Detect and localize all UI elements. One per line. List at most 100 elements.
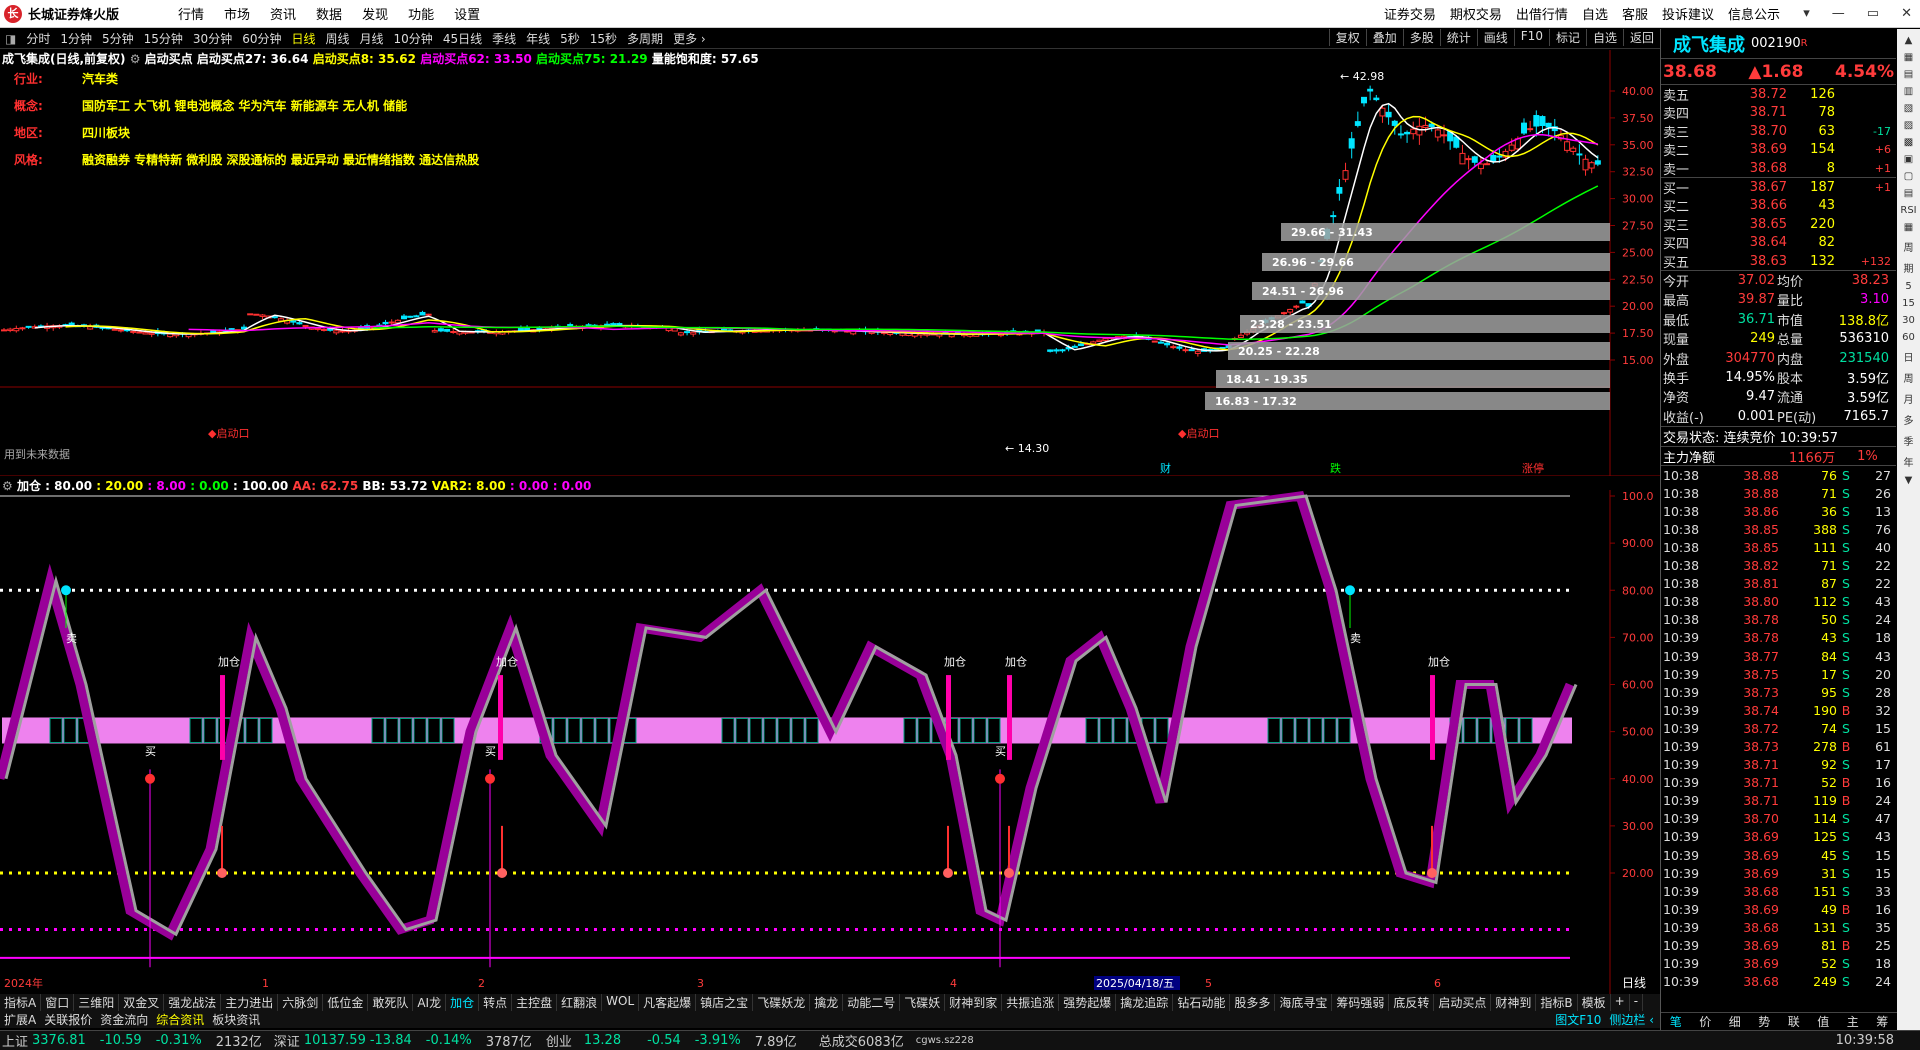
quote-tab[interactable]: 筹 xyxy=(1868,1013,1898,1030)
period-tab[interactable]: 年线 xyxy=(521,30,555,47)
indicator-tab[interactable]: 财神到 xyxy=(1491,994,1537,1011)
right-menu-item[interactable]: 证券交易 xyxy=(1384,4,1436,23)
side-tool-icon[interactable]: ▼ xyxy=(1905,475,1913,486)
period-tab[interactable]: 月线 xyxy=(355,30,389,47)
tool-button[interactable]: F10 xyxy=(1513,29,1549,46)
side-tool-icon[interactable]: ▦ xyxy=(1904,52,1913,63)
indicator-tab[interactable]: 指标B xyxy=(1536,994,1578,1011)
side-tool-icon[interactable]: 15 xyxy=(1902,298,1915,309)
indicator-gear-icon[interactable]: ⚙ xyxy=(130,52,141,66)
period-tab[interactable]: 季线 xyxy=(487,30,521,47)
side-tool-icon[interactable]: 5 xyxy=(1905,281,1911,292)
info-tab[interactable]: 扩展A xyxy=(0,1011,40,1028)
tool-button[interactable]: 叠加 xyxy=(1365,29,1403,46)
side-tool-icon[interactable]: ▤ xyxy=(1904,69,1913,80)
quote-tab[interactable]: 值 xyxy=(1809,1013,1839,1030)
side-tool-icon[interactable]: ▦ xyxy=(1904,222,1913,233)
side-tool-icon[interactable]: ▤ xyxy=(1904,188,1913,199)
period-tab[interactable]: 多周期 xyxy=(622,30,668,47)
orderbook-row[interactable]: 买一 38.67 187 +1 xyxy=(1661,178,1896,197)
indicator-tab[interactable]: 共振追涨 xyxy=(1002,994,1060,1011)
right-menu-item[interactable]: 期权交易 xyxy=(1450,4,1502,23)
orderbook-row[interactable]: 卖二 38.69 154 +6 xyxy=(1661,140,1896,159)
indicator-tab[interactable]: 加仓 xyxy=(446,994,480,1011)
menu-item[interactable]: 设置 xyxy=(454,4,480,23)
side-tool-icon[interactable]: 周 xyxy=(1904,370,1914,385)
indicator-tab[interactable]: 窗口 xyxy=(41,994,75,1011)
menu-item[interactable]: 资讯 xyxy=(270,4,296,23)
indicator-tab[interactable]: 财神到家 xyxy=(945,994,1003,1011)
indicator-tab[interactable]: 六脉剑 xyxy=(278,994,324,1011)
tick-list[interactable]: 10:38 38.88 76 S 27 10:38 38.88 71 S 26 10:38 38.86… xyxy=(1661,466,1896,991)
quote-tab[interactable]: 势 xyxy=(1750,1013,1780,1030)
orderbook-row[interactable]: 买五 38.63 132 +132 xyxy=(1661,252,1896,271)
tool-button[interactable]: 自选 xyxy=(1585,29,1623,46)
quote-tab[interactable]: 联 xyxy=(1779,1013,1809,1030)
tool-button[interactable]: 标记 xyxy=(1548,29,1586,46)
side-tool-icon[interactable]: RSI xyxy=(1900,205,1916,216)
orderbook-row[interactable]: 买二 38.66 43 xyxy=(1661,196,1896,215)
indicator-tab[interactable]: 主控盘 xyxy=(512,994,558,1011)
indicator-tab[interactable]: 凡客起爆 xyxy=(639,994,697,1011)
right-menu-item[interactable]: 自选 xyxy=(1582,4,1608,23)
indicator-tab[interactable]: 启动买点 xyxy=(1434,994,1492,1011)
indicator-tab[interactable]: 钻石动能 xyxy=(1173,994,1231,1011)
orderbook-row[interactable]: 卖五 38.72 126 xyxy=(1661,85,1896,104)
indicator-tab[interactable]: 筹码强弱 xyxy=(1332,994,1390,1011)
indicator-tab[interactable]: 强龙战法 xyxy=(164,994,222,1011)
indicator-tab[interactable]: 三维阳 xyxy=(74,994,120,1011)
quote-tab[interactable]: 主 xyxy=(1838,1013,1868,1030)
menu-item[interactable]: 数据 xyxy=(316,4,342,23)
indicator-tab[interactable]: 擒龙追踪 xyxy=(1116,994,1174,1011)
period-tab[interactable]: 10分钟 xyxy=(389,30,438,47)
info-tab[interactable]: 板块资讯 xyxy=(208,1011,264,1028)
tool-button[interactable]: 画线 xyxy=(1476,29,1514,46)
orderbook-row[interactable]: 卖四 38.71 78 xyxy=(1661,103,1896,122)
menu-item[interactable]: 市场 xyxy=(224,4,250,23)
window-control-icon[interactable]: ▾ xyxy=(1803,6,1810,21)
side-tool-icon[interactable]: 周 xyxy=(1904,239,1914,254)
tool-button[interactable]: 多股 xyxy=(1402,29,1440,46)
indicator-tab[interactable]: 飞碟妖龙 xyxy=(753,994,811,1011)
period-tab[interactable]: 5秒 xyxy=(555,30,585,47)
indicator-tab[interactable]: 海底寻宝 xyxy=(1275,994,1333,1011)
period-tab[interactable]: 1分钟 xyxy=(55,30,97,47)
side-tool-icon[interactable]: 日 xyxy=(1904,349,1914,364)
indicator-tab[interactable]: AI龙 xyxy=(413,994,447,1011)
indicator-tab[interactable]: - xyxy=(1630,994,1644,1011)
side-tool-icon[interactable]: ▩ xyxy=(1904,137,1913,148)
period-tab[interactable]: 15秒 xyxy=(585,30,622,47)
period-tab[interactable]: 周线 xyxy=(321,30,355,47)
indicator-tab[interactable]: 擒龙 xyxy=(810,994,844,1011)
menu-item[interactable]: 功能 xyxy=(408,4,434,23)
quote-tab[interactable]: 价 xyxy=(1691,1013,1721,1030)
side-tool-icon[interactable]: ▣ xyxy=(1904,154,1913,165)
indicator-tab[interactable]: 镇店之宝 xyxy=(696,994,754,1011)
tool-button[interactable]: 复权 xyxy=(1328,29,1366,46)
window-control-icon[interactable]: — xyxy=(1832,6,1845,21)
quote-tab[interactable]: 笔 xyxy=(1661,1013,1691,1030)
info-tab[interactable]: 资金流向 xyxy=(96,1011,152,1028)
side-tool-icon[interactable]: ▲ xyxy=(1905,35,1913,46)
indicator-tab[interactable]: 模板 xyxy=(1578,994,1611,1011)
side-tool-icon[interactable]: 30 xyxy=(1902,315,1915,326)
indicator-tab[interactable]: 强势起爆 xyxy=(1059,994,1117,1011)
menu-item[interactable]: 发现 xyxy=(362,4,388,23)
side-tool-icon[interactable]: 月 xyxy=(1904,391,1914,406)
indicator-tab[interactable]: 敢死队 xyxy=(368,994,414,1011)
side-tool-icon[interactable]: ▢ xyxy=(1904,171,1913,182)
orderbook-row[interactable]: 卖一 38.68 8 +1 xyxy=(1661,159,1896,178)
period-tab[interactable]: 5分钟 xyxy=(97,30,139,47)
orderbook-row[interactable]: 买四 38.64 82 xyxy=(1661,233,1896,252)
side-tool-icon[interactable]: 多 xyxy=(1904,412,1914,427)
menu-item[interactable]: 行情 xyxy=(178,4,204,23)
period-tab[interactable]: 45日线 xyxy=(438,30,487,47)
indicator-tab[interactable]: 双金叉 xyxy=(119,994,165,1011)
indicator-tab[interactable]: WOL xyxy=(602,994,640,1011)
chart-type-icon[interactable]: ◨ xyxy=(0,32,21,46)
side-tool-icon[interactable]: 期 xyxy=(1904,260,1914,275)
info-tab-right[interactable]: 图文F10 xyxy=(1551,1011,1605,1028)
right-menu-item[interactable]: 出借行情 xyxy=(1516,4,1568,23)
period-tab[interactable]: 分时 xyxy=(21,30,55,47)
indicator-tab[interactable]: 转点 xyxy=(479,994,513,1011)
